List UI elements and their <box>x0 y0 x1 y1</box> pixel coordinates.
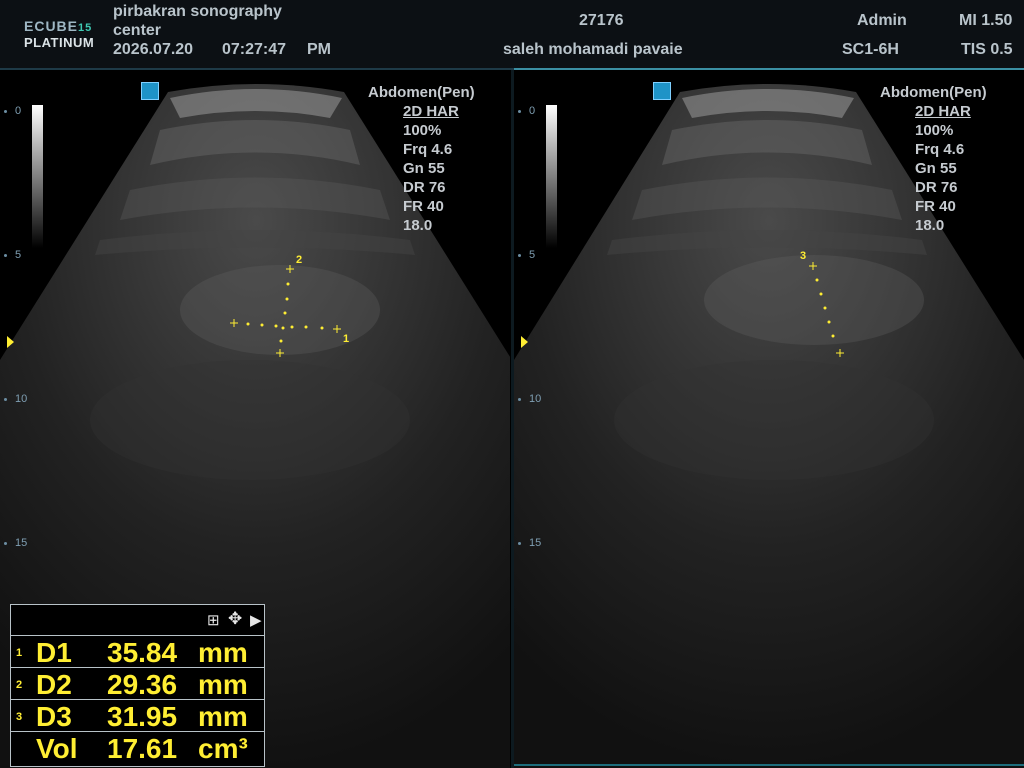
exam-time-ampm: PM <box>307 41 331 58</box>
grayscale-bar <box>546 105 557 248</box>
measurement-index: 2 <box>16 679 23 691</box>
measurement-value: 31.95 <box>107 701 178 732</box>
dynamic-range-label: DR 76 <box>403 179 446 196</box>
frame-rate-label: FR 40 <box>915 198 956 215</box>
depth-tick <box>518 254 521 257</box>
dynamic-range-label: DR 76 <box>915 179 958 196</box>
measurement-label: D2 <box>36 669 72 700</box>
measurement-value: 29.36 <box>107 669 178 700</box>
measurement-row[interactable]: 2 D2 29.36 mm <box>11 668 264 700</box>
imaging-params: Abdomen(Pen) 2D HAR 100% Frq 4.6 Gn 55 D… <box>880 83 987 235</box>
depth-label: 18.0 <box>915 217 945 234</box>
patient-name: saleh mohamadi pavaie <box>503 41 683 58</box>
power-label: 100% <box>403 122 442 139</box>
mode-label: 2D HAR <box>915 103 971 120</box>
frequency-label: Frq 4.6 <box>915 141 965 158</box>
depth-mark-0: 0 <box>15 105 22 117</box>
preset-label: Abdomen(Pen) <box>880 84 987 101</box>
depth-tick <box>518 110 521 113</box>
measurement-unit: mm <box>198 637 248 668</box>
depth-tick <box>4 398 7 401</box>
depth-label: 18.0 <box>403 217 433 234</box>
gain-label: Gn 55 <box>403 160 445 177</box>
measurement-value: 17.61 <box>107 733 178 764</box>
measurement-unit: mm <box>198 669 248 700</box>
measurement-value: 35.84 <box>107 637 178 668</box>
frame-rate-label: FR 40 <box>403 198 444 215</box>
gain-label: Gn 55 <box>915 160 957 177</box>
measurement-label: D1 <box>36 637 72 668</box>
depth-tick <box>4 254 7 257</box>
depth-mark-10: 10 <box>529 393 542 405</box>
measurement-index: 1 <box>16 647 23 659</box>
move-icon[interactable]: ✥ <box>228 609 242 629</box>
depth-tick <box>4 110 7 113</box>
depth-mark-15: 15 <box>15 537 28 549</box>
mechanical-index: MI 1.50 <box>959 12 1013 29</box>
mode-label: 2D HAR <box>403 103 459 120</box>
probe-orientation-icon <box>141 82 159 100</box>
depth-tick <box>4 542 7 545</box>
thermal-index: TIS 0.5 <box>961 41 1013 58</box>
depth-mark-0: 0 <box>529 105 536 117</box>
measurement-row[interactable]: 3 D3 31.95 mm <box>11 700 264 732</box>
measurement-label: D3 <box>36 701 72 732</box>
arrow-right-icon[interactable]: ▶ <box>250 611 262 629</box>
frequency-label: Frq 4.6 <box>403 141 453 158</box>
measurement-row[interactable]: 1 D1 35.84 mm <box>11 636 264 668</box>
measurement-index: 3 <box>16 711 23 723</box>
brand-logo: ECUBE15 PLATINUM <box>24 18 104 52</box>
probe-name: SC1-6H <box>842 41 899 58</box>
patient-id: 27176 <box>579 12 624 29</box>
exam-date: 2026.07.20 <box>113 41 194 58</box>
measurement-row[interactable]: Vol 17.61 cm³ <box>11 732 264 764</box>
depth-mark-15: 15 <box>529 537 542 549</box>
operator-name: Admin <box>857 12 907 29</box>
depth-mark-10: 10 <box>15 393 28 405</box>
logo-text-ecube: ECUBE <box>24 18 79 34</box>
measurement-results-panel[interactable]: ⊞ ✥ ▶ 1 D1 35.84 mm 2 D2 29.36 mm 3 D3 3… <box>10 604 265 767</box>
depth-mark-5: 5 <box>15 249 22 261</box>
probe-orientation-icon <box>653 82 671 100</box>
caliper-label-2: 2 <box>296 254 303 266</box>
grid-icon[interactable]: ⊞ <box>207 611 220 629</box>
right-pane-bottom-border <box>514 764 1024 766</box>
caliper-label-1: 1 <box>343 333 350 345</box>
power-label: 100% <box>915 122 954 139</box>
grayscale-bar <box>32 105 43 248</box>
header-bar: ECUBE15 PLATINUM pirbakran sonography ce… <box>0 0 1024 70</box>
measurement-label: Vol <box>36 733 78 764</box>
right-image-pane[interactable]: 0 5 10 15 Abdomen(Pen) 2D HAR 100% Frq 4… <box>514 70 1024 768</box>
focus-marker[interactable] <box>7 336 14 348</box>
depth-tick <box>518 398 521 401</box>
measurement-unit: mm <box>198 701 248 732</box>
depth-mark-5: 5 <box>529 249 536 261</box>
caliper-label-3: 3 <box>800 250 807 262</box>
depth-tick <box>518 542 521 545</box>
focus-marker[interactable] <box>521 336 528 348</box>
measurement-toolbar: ⊞ ✥ ▶ <box>11 605 264 636</box>
measurement-unit: cm³ <box>198 733 248 764</box>
logo-text-platinum: PLATINUM <box>24 35 95 50</box>
clinic-name-line2: center <box>113 22 162 39</box>
exam-time: 07:27:47 <box>222 41 287 58</box>
logo-model-number: 15 <box>78 22 93 34</box>
clinic-name: pirbakran sonography <box>113 3 282 20</box>
imaging-params: Abdomen(Pen) 2D HAR 100% Frq 4.6 Gn 55 D… <box>368 83 475 235</box>
preset-label: Abdomen(Pen) <box>368 84 475 101</box>
